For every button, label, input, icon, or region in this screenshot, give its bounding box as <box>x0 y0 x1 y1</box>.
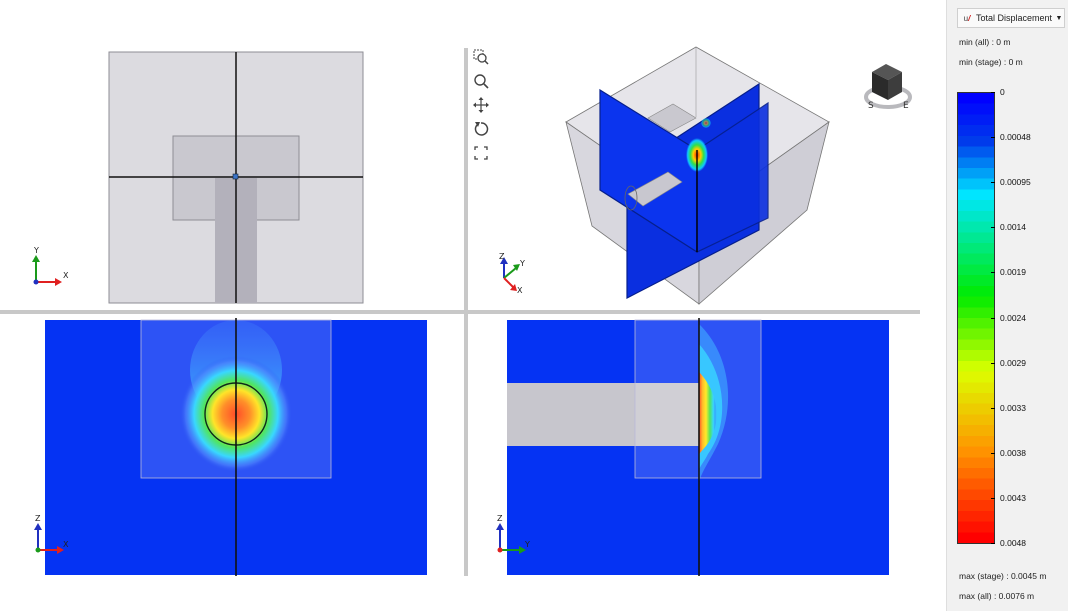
compass-east: E <box>903 101 909 111</box>
legend-tick-mark <box>991 543 995 544</box>
axis-label-x: X <box>63 540 69 549</box>
legend-tick-mark <box>991 92 995 93</box>
result-type-dropdown[interactable]: u/ Total Displacement ▼ <box>957 8 1065 28</box>
chevron-down-icon: ▼ <box>1055 14 1063 22</box>
displacement-icon: u/ <box>963 13 971 23</box>
legend-tick-label: 0.00095 <box>1000 177 1031 188</box>
legend-tick-label: 0.0033 <box>1000 402 1026 413</box>
legend-tick-mark <box>991 407 995 409</box>
structure-outline <box>634 319 762 479</box>
min-stage-label: min (stage) : 0 m <box>959 57 1023 67</box>
axis-label-x: X <box>63 271 69 280</box>
view-cube[interactable]: S E <box>864 64 912 111</box>
axis-label-x: X <box>517 286 523 295</box>
legend-tick-label: 0.0014 <box>1000 222 1026 233</box>
axis-label-z: Z <box>499 252 505 261</box>
legend-panel: u/ Total Displacement ▼ min (all) : 0 m … <box>946 0 1068 611</box>
legend-tick-label: 0.00048 <box>1000 132 1031 143</box>
legend-tick-mark <box>991 317 995 319</box>
legend-tick-label: 0 <box>1000 87 1005 97</box>
viewport-side-view[interactable]: Z Y <box>468 314 920 611</box>
legend-tick-label: 0.0038 <box>1000 447 1026 458</box>
axis-label-z: Z <box>497 514 503 523</box>
cut-intersection-handle[interactable] <box>232 173 239 180</box>
legend-tick-mark <box>991 182 995 184</box>
axis-label-z: Z <box>35 514 41 523</box>
max-all-label: max (all) : 0.0076 m <box>959 591 1035 601</box>
legend-tick-mark <box>991 362 995 364</box>
viewport-perspective-view[interactable]: Z Y X S E <box>468 0 920 310</box>
legend-tick-label: 0.0048 <box>1000 538 1026 548</box>
legend-tick-label: 0.0043 <box>1000 492 1026 503</box>
viewport-top-view[interactable]: Y X <box>0 0 464 310</box>
axis-triad: Y X <box>32 246 69 286</box>
legend-tick-mark <box>991 497 995 499</box>
legend-tick-mark <box>991 272 995 274</box>
max-stage-label: max (stage) : 0.0045 m <box>959 571 1047 581</box>
axis-label-y: Y <box>33 246 39 255</box>
legend-color-bar <box>957 92 995 544</box>
legend-tick-label: 0.0019 <box>1000 267 1026 278</box>
compass-south: S <box>868 101 874 111</box>
axis-label-y: Y <box>519 259 525 268</box>
axis-triad-3d: Z Y X <box>499 252 525 295</box>
legend-tick-mark <box>991 452 995 454</box>
min-all-label: min (all) : 0 m <box>959 37 1011 47</box>
legend-tick-mark <box>991 227 995 229</box>
axis-label-y: Y <box>524 540 530 549</box>
legend-tick-label: 0.0024 <box>1000 312 1026 323</box>
legend-tick-label: 0.0029 <box>1000 357 1026 368</box>
legend-tick-mark <box>991 137 995 139</box>
viewport-front-view[interactable]: Z X <box>0 314 464 611</box>
result-type-label: Total Displacement <box>976 13 1053 23</box>
